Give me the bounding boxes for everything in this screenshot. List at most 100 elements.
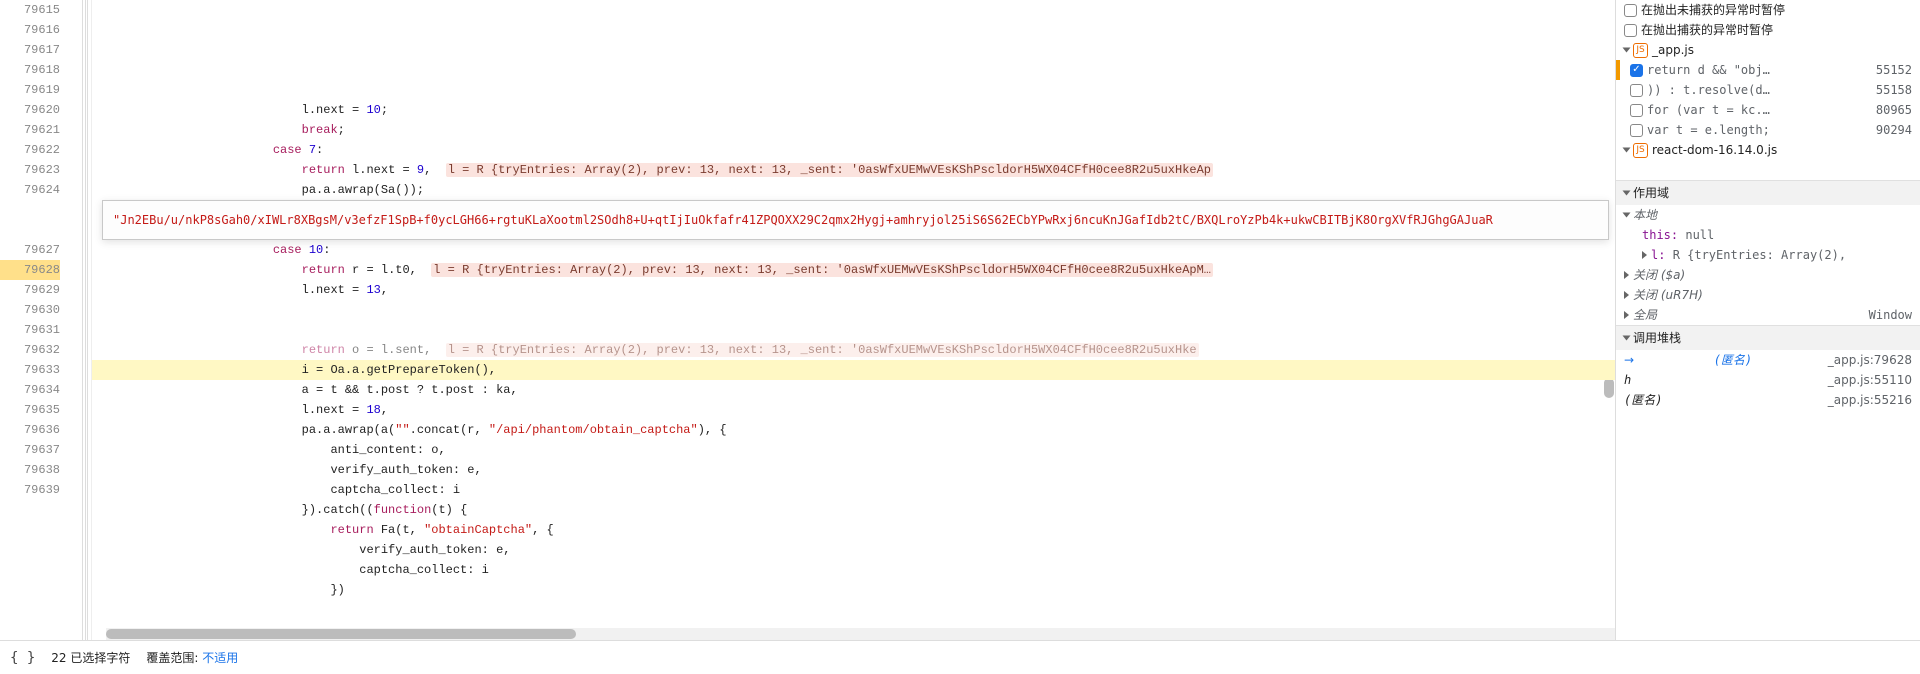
callstack-frame[interactable]: (匿名)_app.js:55216 (1616, 390, 1920, 410)
code-line[interactable]: a = t && t.post ? t.post : ka, (92, 380, 1615, 400)
code-line[interactable]: }).catch((function(t) { (92, 500, 1615, 520)
breakpoint-row[interactable]: for (var t = kc.…80965 (1616, 100, 1920, 120)
line-number[interactable]: 79629 (0, 280, 60, 300)
line-number[interactable]: 79615 (0, 0, 60, 20)
line-number[interactable]: 79630 (0, 300, 60, 320)
code-line[interactable]: case 7: (92, 140, 1615, 160)
code-line[interactable]: verify_auth_token: e, (92, 540, 1615, 560)
code-line[interactable]: break; (92, 120, 1615, 140)
disclosure-icon[interactable] (1624, 311, 1629, 319)
line-number[interactable]: 79636 (0, 420, 60, 440)
callstack-section-header[interactable]: 调用堆栈 (1616, 325, 1920, 350)
breakpoint-label: for (var t = kc.… (1647, 100, 1872, 120)
code-line[interactable] (92, 300, 1615, 320)
checkbox[interactable] (1630, 104, 1643, 117)
breakpoint-file-name: react-dom-16.14.0.js (1652, 140, 1777, 160)
code-line[interactable] (92, 320, 1615, 340)
pretty-print-button[interactable]: { } (10, 650, 35, 666)
code-line[interactable]: l.next = 18, (92, 400, 1615, 420)
line-number[interactable]: 79623 (0, 160, 60, 180)
disclosure-icon[interactable] (1623, 191, 1631, 196)
disclosure-icon[interactable] (1623, 148, 1631, 153)
checkbox[interactable] (1624, 24, 1637, 37)
disclosure-icon[interactable] (1623, 213, 1631, 218)
line-number[interactable]: 79621 (0, 120, 60, 140)
code-line[interactable]: l.next = 10; (92, 100, 1615, 120)
code-line[interactable]: return r = l.t0, l = R {tryEntries: Arra… (92, 260, 1615, 280)
code-line[interactable]: }) (92, 580, 1615, 600)
scope-closure[interactable]: 关闭 ($a) (1616, 265, 1920, 285)
line-number[interactable]: 79624 (0, 180, 60, 200)
line-number[interactable]: 79635 (0, 400, 60, 420)
line-number[interactable]: 79631 (0, 320, 60, 340)
code-line[interactable]: pa.a.awrap(Sa()); (92, 180, 1615, 200)
line-number-gutter: 7961579616796177961879619796207962179622… (0, 0, 78, 640)
breakpoint-file-name: _app.js (1652, 40, 1694, 60)
checkbox[interactable] (1630, 124, 1643, 137)
line-number[interactable]: 79617 (0, 40, 60, 60)
js-file-icon: JS (1633, 143, 1648, 158)
checkbox[interactable]: ✓ (1630, 64, 1643, 77)
debugger-sidebar: 在抛出未捕获的异常时暂停 在抛出捕获的异常时暂停 JS _app.js ✓ret… (1615, 0, 1920, 640)
line-number[interactable]: 79634 (0, 380, 60, 400)
breakpoint-file-row[interactable]: JS _app.js (1616, 40, 1920, 60)
line-number[interactable]: 79632 (0, 340, 60, 360)
scope-section-header[interactable]: 作用域 (1616, 180, 1920, 205)
breakpoint-line: 55158 (1876, 80, 1912, 100)
breakpoint-file-row[interactable]: JS react-dom-16.14.0.js (1616, 140, 1920, 160)
code-line[interactable]: i = Oa.a.getPrepareToken(), (92, 360, 1615, 380)
line-number[interactable]: 79628 (0, 260, 60, 280)
code-line[interactable]: anti_content: o, (92, 440, 1615, 460)
line-number[interactable]: 79618 (0, 60, 60, 80)
checkbox[interactable] (1630, 84, 1643, 97)
code-line[interactable]: verify_auth_token: e, (92, 460, 1615, 480)
code-line[interactable]: return Fa(t, "obtainCaptcha", { (92, 520, 1615, 540)
pause-on-uncaught-row[interactable]: 在抛出未捕获的异常时暂停 (1616, 0, 1920, 20)
code-line[interactable]: return o = l.sent, l = R {tryEntries: Ar… (92, 340, 1615, 360)
disclosure-icon[interactable] (1624, 271, 1629, 279)
line-number[interactable]: 79622 (0, 140, 60, 160)
breakpoint-row[interactable]: ✓return d && "obj…55152 (1616, 60, 1920, 80)
breakpoint-row[interactable]: var t = e.length;90294 (1616, 120, 1920, 140)
checkbox[interactable] (1624, 4, 1637, 17)
disclosure-icon[interactable] (1642, 251, 1647, 259)
breakpoint-line: 90294 (1876, 120, 1912, 140)
line-number[interactable]: 79620 (0, 100, 60, 120)
pause-caught-label: 在抛出捕获的异常时暂停 (1641, 20, 1773, 40)
line-number[interactable] (0, 220, 60, 240)
line-number[interactable]: 79638 (0, 460, 60, 480)
code-line[interactable]: case 10: (92, 240, 1615, 260)
line-number[interactable]: 79627 (0, 240, 60, 260)
line-number[interactable]: 79619 (0, 80, 60, 100)
code-line[interactable]: l.next = 13, (92, 280, 1615, 300)
callstack-frame[interactable]: (匿名)_app.js:79628 (1616, 350, 1920, 370)
line-number[interactable]: 79633 (0, 360, 60, 380)
scope-variable[interactable]: l: R {tryEntries: Array(2), (1616, 245, 1920, 265)
disclosure-icon[interactable] (1624, 291, 1629, 299)
breakpoint-row[interactable]: )) : t.resolve(d…55158 (1616, 80, 1920, 100)
disclosure-icon[interactable] (1623, 336, 1631, 341)
coverage-value[interactable]: 不适用 (202, 651, 238, 665)
scrollbar-thumb[interactable] (106, 629, 576, 639)
coverage-info: 覆盖范围: 不适用 (146, 649, 238, 666)
selection-info: 22 已选择字符 (51, 649, 130, 666)
scope-closure[interactable]: 关闭 (uR7H) (1616, 285, 1920, 305)
line-number[interactable]: 79616 (0, 20, 60, 40)
frame-function: (匿名) (1624, 390, 1662, 410)
scope-local-header[interactable]: 本地 (1616, 205, 1920, 225)
pause-on-caught-row[interactable]: 在抛出捕获的异常时暂停 (1616, 20, 1920, 40)
code-line[interactable]: return l.next = 9, l = R {tryEntries: Ar… (92, 160, 1615, 180)
line-number[interactable] (0, 200, 60, 220)
line-number[interactable]: 79637 (0, 440, 60, 460)
code-line[interactable]: captcha_collect: i (92, 480, 1615, 500)
line-number[interactable]: 79639 (0, 480, 60, 500)
frame-location: _app.js:79628 (1828, 350, 1912, 370)
code-editor[interactable]: "Jn2EBu/u/nkP8sGah0/xIWLr8XBgsM/v3efzF1S… (92, 0, 1615, 640)
horizontal-scrollbar[interactable] (106, 628, 1615, 640)
scope-global[interactable]: 全局 Window (1616, 305, 1920, 325)
callstack-frame[interactable]: h_app.js:55110 (1616, 370, 1920, 390)
code-line[interactable]: pa.a.awrap(a("".concat(r, "/api/phantom/… (92, 420, 1615, 440)
scope-variable[interactable]: this: null (1616, 225, 1920, 245)
code-line[interactable]: captcha_collect: i (92, 560, 1615, 580)
disclosure-icon[interactable] (1623, 48, 1631, 53)
